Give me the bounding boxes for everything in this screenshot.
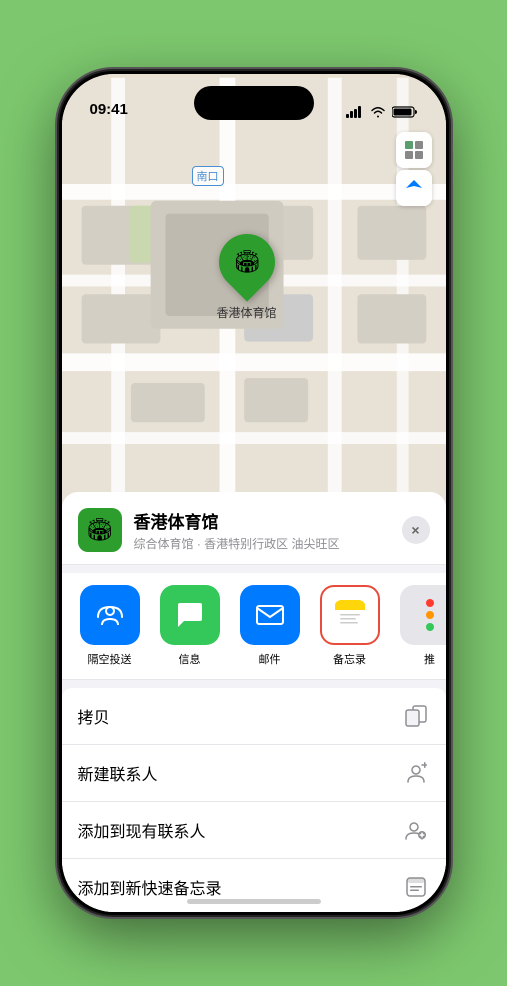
venue-card-header: 🏟 香港体育馆 综合体育馆 · 香港特别行政区 油尖旺区 ×	[62, 492, 446, 565]
messages-label: 信息	[179, 651, 201, 667]
venue-info: 香港体育馆 综合体育馆 · 香港特别行政区 油尖旺区	[134, 508, 390, 552]
close-icon: ×	[411, 522, 419, 538]
mail-icon-box	[240, 585, 300, 645]
share-item-airdrop[interactable]: 隔空投送	[78, 585, 142, 667]
marker-label: 香港体育馆	[217, 304, 277, 321]
dot-green	[426, 623, 434, 631]
more-dots-container	[426, 599, 434, 631]
location-button[interactable]	[396, 170, 432, 206]
bottom-sheet: 🏟 香港体育馆 综合体育馆 · 香港特别行政区 油尖旺区 ×	[62, 492, 446, 912]
phone-frame: 09:41	[59, 71, 449, 915]
map-style-icon	[404, 140, 424, 160]
map-area: 南口	[62, 74, 446, 554]
new-contact-icon	[402, 759, 430, 787]
map-style-button[interactable]	[396, 132, 432, 168]
mail-icon	[254, 599, 286, 631]
dot-orange	[426, 611, 434, 619]
dynamic-island	[194, 86, 314, 120]
map-nankou-label: 南口	[192, 166, 224, 186]
action-add-notes-label: 添加到新快速备忘录	[78, 875, 222, 899]
signal-icon	[346, 106, 364, 118]
airdrop-label: 隔空投送	[88, 651, 132, 667]
venue-icon: 🏟	[78, 508, 122, 552]
status-time: 09:41	[90, 101, 128, 118]
wifi-icon	[370, 106, 386, 118]
venue-description: 综合体育馆 · 香港特别行政区 油尖旺区	[134, 535, 390, 552]
close-button[interactable]: ×	[402, 516, 430, 544]
notes-icon-box	[320, 585, 380, 645]
copy-icon	[402, 702, 430, 730]
action-add-existing[interactable]: 添加到现有联系人	[62, 802, 446, 859]
map-controls[interactable]	[396, 132, 432, 206]
action-new-contact[interactable]: 新建联系人	[62, 745, 446, 802]
notes-icon	[333, 598, 367, 632]
home-indicator	[187, 899, 321, 904]
venue-marker: 🏟 香港体育馆	[217, 234, 277, 321]
marker-icon: 🏟	[233, 249, 261, 275]
location-arrow-icon	[404, 178, 424, 198]
more-icon-box	[400, 585, 446, 645]
messages-icon	[174, 599, 206, 631]
action-new-contact-label: 新建联系人	[78, 761, 158, 785]
share-item-messages[interactable]: 信息	[158, 585, 222, 667]
notes-label: 备忘录	[333, 651, 366, 667]
share-item-notes[interactable]: 备忘录	[318, 585, 382, 667]
airdrop-icon	[94, 599, 126, 631]
action-copy[interactable]: 拷贝	[62, 688, 446, 745]
dot-red	[426, 599, 434, 607]
share-item-mail[interactable]: 邮件	[238, 585, 302, 667]
action-add-notes[interactable]: 添加到新快速备忘录	[62, 859, 446, 912]
action-add-existing-label: 添加到现有联系人	[78, 818, 206, 842]
action-list: 拷贝 新建联系人	[62, 688, 446, 912]
marker-pin: 🏟	[207, 222, 286, 301]
airdrop-icon-box	[80, 585, 140, 645]
add-notes-icon	[402, 873, 430, 901]
venue-name: 香港体育馆	[134, 508, 390, 533]
share-item-more[interactable]: 推	[398, 585, 446, 667]
map-label-text: 南口	[197, 171, 219, 183]
share-row: 隔空投送 信息	[62, 573, 446, 680]
mail-label: 邮件	[259, 651, 281, 667]
battery-icon	[392, 106, 418, 118]
action-copy-label: 拷贝	[78, 704, 110, 728]
add-existing-icon	[402, 816, 430, 844]
messages-icon-box	[160, 585, 220, 645]
more-label: 推	[424, 651, 435, 667]
phone-screen: 09:41	[62, 74, 446, 912]
status-icons	[346, 106, 418, 118]
